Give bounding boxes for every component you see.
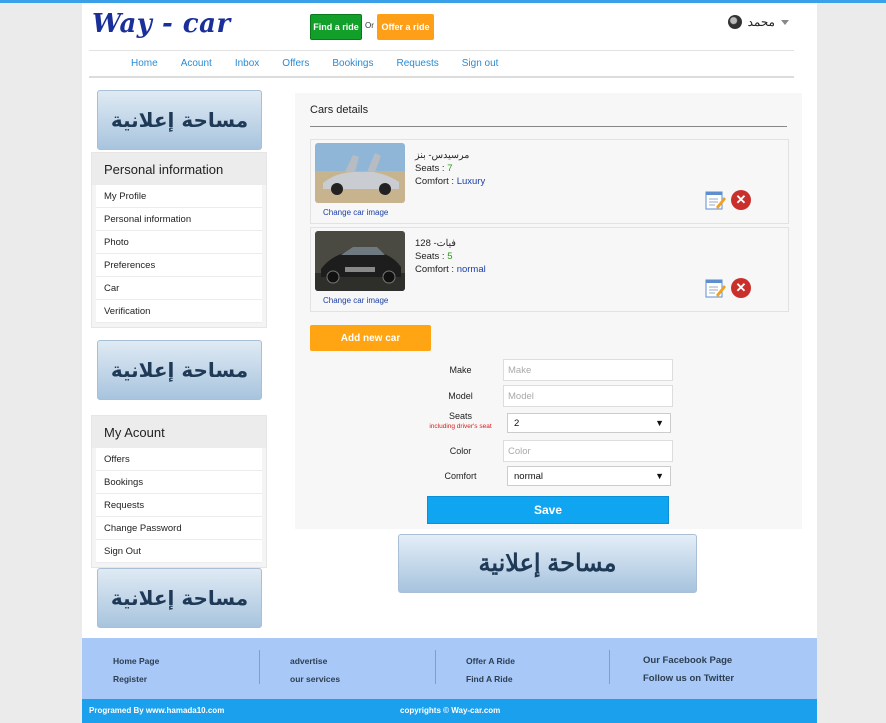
comfort-label: Comfort :	[415, 176, 455, 187]
sidebar-item-change-password[interactable]: Change Password	[96, 517, 262, 540]
dropdown-arrow-icon: ▼	[655, 418, 664, 428]
page-container: Way - car Find a ride Or Offer a ride مح…	[82, 3, 817, 638]
programmed-by: Programed By www.hamada10.com	[89, 706, 225, 715]
delete-icon[interactable]: ✕	[731, 278, 751, 298]
model-input[interactable]: Model	[503, 385, 673, 407]
divider	[310, 126, 787, 127]
personal-info-panel: Personal information My Profile Personal…	[91, 152, 267, 328]
ad-banner[interactable]: مساحة إعلانية	[97, 568, 262, 628]
footer-col-1: Home Page Register	[113, 652, 159, 688]
ad-banner-large[interactable]: مساحة إعلانية	[398, 534, 697, 593]
footer-col-3: Offer A Ride Find A Ride	[466, 652, 515, 688]
seats-label-text: Seats	[448, 411, 472, 421]
car-info: مرسيدس- بنز Seats : 7 Comfort : Luxury	[415, 149, 485, 188]
change-car-image-link[interactable]: Change car image	[323, 208, 388, 217]
seats-select[interactable]: 2 ▼	[507, 413, 671, 433]
site-logo[interactable]: Way - car	[92, 9, 231, 39]
add-new-car-button[interactable]: Add new car	[310, 325, 431, 351]
nav-requests[interactable]: Requests	[396, 58, 438, 69]
my-account-panel: My Acount Offers Bookings Requests Chang…	[91, 415, 267, 568]
car-image	[315, 143, 405, 203]
make-label: Make	[449, 365, 472, 375]
edit-icon[interactable]	[705, 190, 726, 210]
car-image	[315, 231, 405, 291]
or-text: Or	[365, 21, 374, 30]
comfort-value: normal	[456, 264, 486, 275]
comfort-label: Comfort :	[415, 264, 455, 275]
avatar	[727, 15, 742, 29]
seats-value: 5	[447, 251, 453, 262]
copyright: copyrights © Way-car.com	[400, 706, 501, 715]
footer-link-find-ride[interactable]: Find A Ride	[466, 670, 515, 688]
footer-col-2: advertise our services	[290, 652, 340, 688]
sidebar-item-personal-information[interactable]: Personal information	[96, 208, 262, 231]
sidebar-item-requests[interactable]: Requests	[96, 494, 262, 517]
sidebar-item-offers[interactable]: Offers	[96, 448, 262, 471]
user-menu[interactable]: محمد	[727, 15, 789, 29]
username: محمد	[747, 15, 775, 29]
car-name: مرسيدس- بنز	[415, 150, 470, 161]
car-card: Change car image فيات- 128 Seats : 5 Com…	[310, 227, 789, 312]
car-info: فيات- 128 Seats : 5 Comfort : normal	[415, 237, 486, 276]
footer-link-services[interactable]: our services	[290, 670, 340, 688]
car-card: Change car image مرسيدس- بنز Seats : 7 C…	[310, 139, 789, 224]
sidebar-item-sign-out[interactable]: Sign Out	[96, 540, 262, 563]
comfort-select-value: normal	[514, 470, 544, 482]
footer-link-register[interactable]: Register	[113, 670, 159, 688]
car-name: فيات- 128	[415, 238, 456, 249]
footer-divider	[609, 650, 610, 684]
sidebar-item-preferences[interactable]: Preferences	[96, 254, 262, 277]
comfort-value: Luxury	[456, 176, 486, 187]
sidebar-item-car[interactable]: Car	[96, 277, 262, 300]
footer: Home Page Register advertise our service…	[82, 638, 817, 699]
main-nav: Home Acount Inbox Offers Bookings Reques…	[89, 50, 794, 78]
bottom-bar: Programed By www.hamada10.com copyrights…	[82, 699, 817, 723]
panel-title: My Acount	[92, 416, 266, 448]
sidebar-item-bookings[interactable]: Bookings	[96, 471, 262, 494]
seats-label: Seats :	[415, 163, 445, 174]
footer-divider	[435, 650, 436, 684]
footer-divider	[259, 650, 260, 684]
sidebar-item-my-profile[interactable]: My Profile	[96, 185, 262, 208]
nav-acount[interactable]: Acount	[181, 58, 212, 69]
save-button[interactable]: Save	[427, 496, 669, 524]
seats-label: Seats including driver's seat	[423, 411, 498, 430]
find-ride-button[interactable]: Find a ride	[310, 14, 362, 40]
seats-select-value: 2	[514, 417, 520, 429]
comfort-select[interactable]: normal ▼	[507, 466, 671, 486]
chevron-down-icon	[781, 19, 789, 25]
seats-note: including driver's seat	[429, 423, 492, 430]
nav-offers[interactable]: Offers	[282, 58, 309, 69]
sidebar-item-photo[interactable]: Photo	[96, 231, 262, 254]
footer-col-4: Our Facebook Page Follow us on Twitter	[643, 652, 734, 688]
color-input[interactable]: Color	[503, 440, 673, 462]
nav-inbox[interactable]: Inbox	[235, 58, 259, 69]
seats-label: Seats :	[415, 251, 445, 262]
edit-icon[interactable]	[705, 278, 726, 298]
ad-banner[interactable]: مساحة إعلانية	[97, 90, 262, 150]
footer-link-facebook[interactable]: Our Facebook Page	[643, 652, 734, 670]
section-title: Cars details	[310, 104, 369, 116]
footer-link-home[interactable]: Home Page	[113, 652, 159, 670]
nav-home[interactable]: Home	[131, 58, 158, 69]
comfort-label: Comfort	[444, 471, 477, 481]
nav-bookings[interactable]: Bookings	[332, 58, 373, 69]
dropdown-arrow-icon: ▼	[655, 471, 664, 481]
ad-banner[interactable]: مساحة إعلانية	[97, 340, 262, 400]
seats-value: 7	[447, 163, 453, 174]
change-car-image-link[interactable]: Change car image	[323, 296, 388, 305]
sidebar-item-verification[interactable]: Verification	[96, 300, 262, 323]
cars-details-section: Cars details Change car image مرسيدس- بن…	[295, 93, 802, 529]
offer-ride-button[interactable]: Offer a ride	[377, 14, 434, 40]
footer-link-offer-ride[interactable]: Offer A Ride	[466, 652, 515, 670]
make-input[interactable]: Make	[503, 359, 673, 381]
nav-sign-out[interactable]: Sign out	[462, 58, 499, 69]
footer-link-advertise[interactable]: advertise	[290, 652, 340, 670]
footer-link-twitter[interactable]: Follow us on Twitter	[643, 670, 734, 688]
delete-icon[interactable]: ✕	[731, 190, 751, 210]
panel-title: Personal information	[92, 153, 266, 185]
color-label: Color	[449, 446, 472, 456]
model-label: Model	[448, 391, 473, 401]
